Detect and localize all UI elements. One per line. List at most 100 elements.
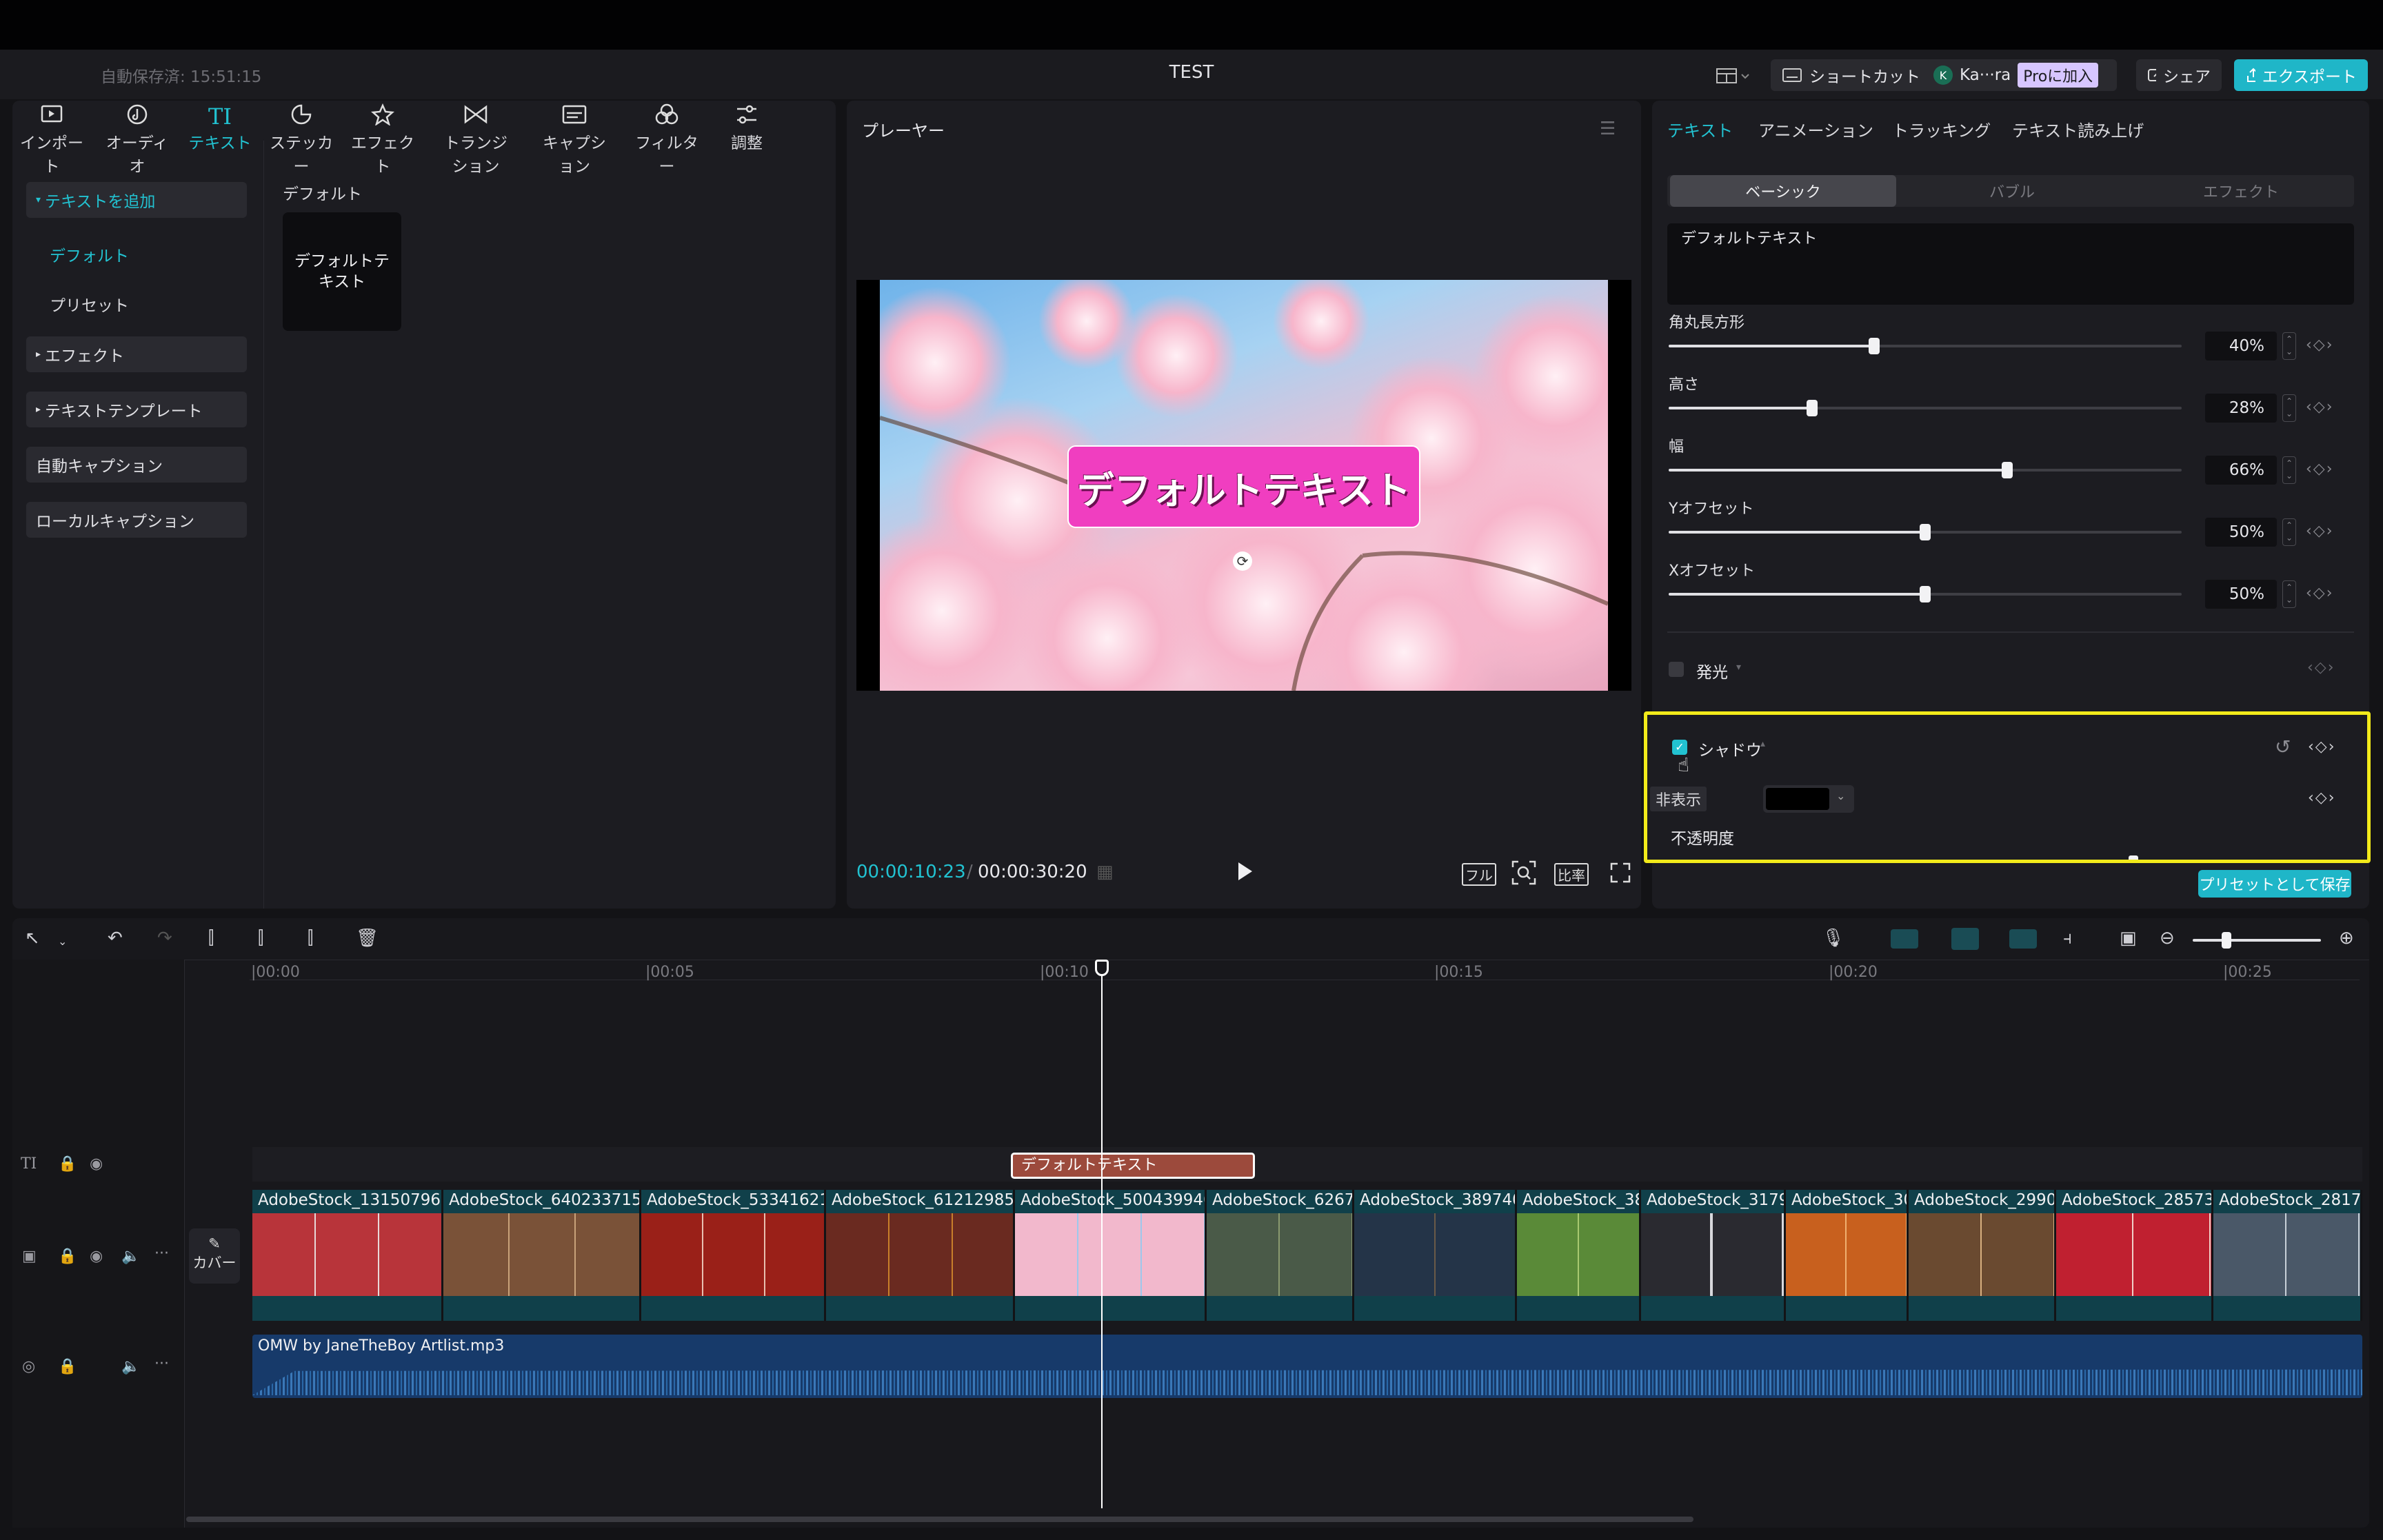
default-text-card[interactable]: デフォルトテキスト — [283, 212, 401, 331]
zoom-fit-icon[interactable] — [1511, 860, 1536, 885]
y-offset-stepper[interactable]: ⌃ ⌄ — [2282, 518, 2296, 546]
audio-clip[interactable]: OMW by JaneTheBoy Artlist.mp3 — [252, 1335, 2362, 1398]
microphone-icon[interactable]: 🎙 — [1822, 928, 1844, 949]
width-keyframe-icon[interactable]: ‹◇› — [2306, 460, 2334, 478]
corner-radius-stepper[interactable]: ⌃ ⌄ — [2282, 332, 2296, 360]
toolbar-transition[interactable]: トランジション — [439, 103, 513, 176]
save-preset-button[interactable]: プリセットとして保存 — [2198, 870, 2351, 898]
full-quality-button[interactable]: フル — [1462, 863, 1496, 886]
corner-radius-value[interactable]: 40% — [2205, 332, 2277, 361]
shadow-keyframe-icon[interactable]: ‹◇› — [2308, 738, 2336, 756]
layout-icon[interactable] — [1716, 66, 1750, 87]
toolbar-audio[interactable]: オーディオ — [99, 103, 175, 176]
overlay-text-box[interactable]: デフォルトテキスト — [1067, 445, 1420, 528]
select-tool-icon[interactable]: ↖ — [25, 928, 40, 949]
sidebar-item-add-text[interactable]: ▾ テキストを追加 — [26, 182, 247, 218]
video-clip[interactable]: AdobeStock_2817 — [2213, 1190, 2362, 1321]
y-offset-keyframe-icon[interactable]: ‹◇› — [2306, 523, 2334, 540]
corner-radius-slider[interactable] — [1669, 338, 2182, 354]
tab-text[interactable]: テキスト — [1667, 117, 1733, 141]
split-icon[interactable]: ⫿ — [208, 928, 214, 949]
text-clip[interactable]: デフォルトテキスト — [1011, 1153, 1255, 1179]
y-offset-slider[interactable] — [1669, 524, 2182, 540]
shadow-checkbox[interactable]: ✓ — [1672, 740, 1687, 755]
segment-basic[interactable]: ベーシック — [1670, 175, 1896, 207]
preview-axis-icon[interactable]: ⫞ — [2063, 928, 2072, 949]
toolbar-import[interactable]: インポート — [14, 103, 90, 176]
snap-icon[interactable] — [1951, 928, 1979, 950]
lock-icon[interactable]: 🔒 — [58, 1358, 77, 1375]
video-clip[interactable]: AdobeStock_2990 — [1909, 1190, 2056, 1321]
pro-badge[interactable]: Proに加入 — [2018, 63, 2099, 88]
menu-icon[interactable]: ☰ — [1600, 119, 1616, 139]
zoom-in-icon[interactable]: ⊕ — [2339, 928, 2354, 949]
text-input[interactable]: デフォルトテキスト — [1667, 223, 2354, 305]
shortcut-button[interactable]: ショートカット — [1771, 59, 1951, 91]
split-right-icon[interactable]: ⫿ — [308, 928, 313, 949]
video-clip[interactable]: AdobeStock_3179 — [1641, 1190, 1786, 1321]
x-offset-stepper[interactable]: ⌃ ⌄ — [2282, 580, 2296, 608]
fullscreen-icon[interactable] — [1609, 862, 1631, 884]
toolbar-adjust[interactable]: 調整 — [709, 103, 785, 153]
caret-up-icon[interactable]: ▴ — [1760, 738, 1765, 749]
toolbar-sticker[interactable]: ステッカー — [263, 103, 339, 176]
sidebar-item-preset[interactable]: プリセット — [50, 292, 129, 316]
caret-down-icon[interactable]: ▾ — [1736, 662, 1741, 673]
timeline-ruler[interactable] — [250, 960, 2360, 980]
sidebar-item-auto-caption[interactable]: 自動キャプション — [26, 447, 247, 483]
toolbar-text[interactable]: TI テキスト — [182, 103, 258, 153]
color-keyframe-icon[interactable]: ‹◇› — [2308, 789, 2336, 807]
timeline-scrollbar[interactable] — [186, 1517, 1693, 1522]
more-icon[interactable]: ··· — [154, 1355, 169, 1372]
y-offset-value[interactable]: 50% — [2205, 518, 2277, 547]
zoom-slider-thumb[interactable] — [2222, 932, 2231, 949]
redo-icon[interactable]: ↷ — [157, 928, 172, 949]
segment-effect[interactable]: エフェクト — [2128, 175, 2354, 207]
thumbnail-icon[interactable]: ▣ — [2120, 928, 2137, 949]
toolbar-filter[interactable]: フィルター — [629, 103, 705, 176]
zoom-slider[interactable] — [2193, 932, 2321, 949]
account-button[interactable]: K Ka···ra Proに加入 — [1927, 59, 2117, 91]
tab-tracking[interactable]: トラッキング — [1892, 117, 1991, 141]
video-clip[interactable]: AdobeStock_6267 — [1207, 1190, 1354, 1321]
x-offset-keyframe-icon[interactable]: ‹◇› — [2306, 585, 2334, 602]
delete-icon[interactable]: 🗑 — [356, 928, 379, 949]
height-value[interactable]: 28% — [2205, 394, 2277, 423]
glow-keyframe-icon[interactable]: ‹◇› — [2307, 659, 2335, 676]
toolbar-caption[interactable]: キャプション — [536, 103, 612, 176]
lock-icon[interactable]: 🔒 — [58, 1248, 77, 1265]
more-icon[interactable]: ··· — [154, 1245, 169, 1262]
video-clip[interactable]: AdobeStock_389740 — [1354, 1190, 1517, 1321]
linkage-icon[interactable] — [2009, 929, 2037, 949]
cover-button[interactable]: ✎ カバー — [189, 1228, 240, 1284]
sidebar-item-local-caption[interactable]: ローカルキャプション — [26, 502, 247, 538]
corner-radius-keyframe-icon[interactable]: ‹◇› — [2306, 336, 2334, 354]
video-clip[interactable]: AdobeStock_131507960 — [252, 1190, 443, 1321]
playhead-handle[interactable] — [1095, 960, 1109, 976]
zoom-out-icon[interactable]: ⊖ — [2160, 928, 2175, 949]
height-slider[interactable] — [1669, 400, 2182, 416]
speaker-icon[interactable]: 🔈 — [121, 1248, 140, 1265]
height-stepper[interactable]: ⌃ ⌄ — [2282, 394, 2296, 422]
undo-icon[interactable]: ↶ — [108, 928, 123, 949]
playhead[interactable] — [1101, 964, 1103, 1508]
split-left-icon[interactable]: ⫿ — [258, 928, 263, 949]
width-value[interactable]: 66% — [2205, 456, 2277, 485]
aspect-ratio-button[interactable]: 比率 — [1554, 863, 1589, 886]
segment-bubble[interactable]: バブル — [1899, 175, 2125, 207]
main-track-magnet-icon[interactable] — [1891, 929, 1918, 949]
toolbar-effect[interactable]: エフェクト — [345, 103, 421, 176]
width-stepper[interactable]: ⌃ ⌄ — [2282, 456, 2296, 484]
eye-icon[interactable]: ◉ — [90, 1248, 103, 1265]
video-clip[interactable]: AdobeStock_640233715 — [443, 1190, 641, 1321]
opacity-slider-thumb[interactable] — [2129, 855, 2138, 860]
sidebar-item-text-template[interactable]: ▸ テキストテンプレート — [26, 392, 247, 427]
speaker-icon[interactable]: 🔈 — [121, 1358, 140, 1375]
grid-icon[interactable]: ▦ — [1096, 862, 1114, 882]
export-button[interactable]: エクスポート — [2234, 59, 2368, 91]
eye-icon[interactable]: ◉ — [90, 1155, 103, 1173]
rotate-handle-icon[interactable]: ⟳ — [1233, 551, 1252, 571]
sidebar-item-default[interactable]: デフォルト — [50, 243, 129, 266]
play-button[interactable] — [1234, 860, 1255, 885]
share-button[interactable]: シェア — [2136, 59, 2222, 91]
